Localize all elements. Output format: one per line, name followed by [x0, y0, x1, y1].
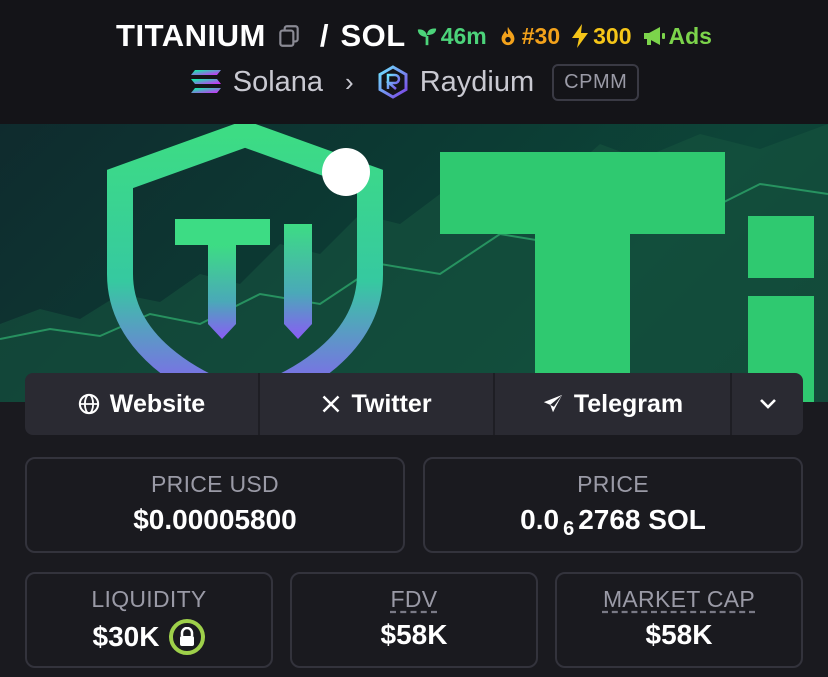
website-label: Website [109, 389, 206, 418]
sprout-icon [417, 28, 436, 46]
dex-name[interactable]: Raydium [420, 66, 534, 99]
lightning-icon [572, 24, 589, 48]
chevron-down-icon [759, 399, 776, 409]
market-cap-label[interactable]: MARKET CAP [557, 586, 801, 613]
token-symbol: TITANIUM [116, 18, 266, 53]
liquidity-card: LIQUIDITY $30K [25, 572, 273, 668]
market-cap-card: MARKET CAP $58K [555, 572, 803, 668]
liquidity-value: $30K [92, 621, 160, 652]
age-badge: 46m [416, 23, 487, 50]
price-native-zero-count: 6 [563, 517, 575, 540]
boost-badge[interactable]: 300 [570, 22, 632, 50]
price-native-digits: 2768 SOL [578, 504, 706, 535]
telegram-button[interactable]: Telegram [495, 373, 732, 435]
price-usd-label: PRICE USD [151, 471, 279, 497]
price-native-label: PRICE [577, 471, 649, 497]
pair-separator: / [319, 18, 329, 53]
quote-symbol: SOL [340, 18, 406, 53]
raydium-logo-icon[interactable] [376, 65, 410, 99]
chevron-right-icon: › [345, 66, 354, 97]
telegram-label: Telegram [573, 389, 684, 418]
liquidity-value-row: $30K [27, 619, 271, 655]
pair-title-row: TITANIUM / SOL 46m #30 300 Ads [0, 14, 828, 58]
price-usd-value: $0.00005800 [133, 504, 297, 535]
website-button[interactable]: Website [25, 373, 260, 435]
price-native-card: PRICE 0.0 6 2768 SOL [423, 457, 803, 553]
token-banner [0, 124, 828, 402]
chain-name[interactable]: Solana [233, 66, 323, 99]
price-usd-card: PRICE USD $0.00005800 [25, 457, 405, 553]
pool-type-badge: CPMM [552, 63, 640, 101]
trending-rank-badge[interactable]: #30 [497, 23, 560, 50]
more-links-button[interactable] [732, 373, 803, 435]
fdv-label[interactable]: FDV [292, 586, 536, 613]
social-links-bar: Website Twitter Telegram [25, 373, 803, 435]
banner-art [0, 124, 828, 402]
globe-icon [78, 393, 99, 415]
fdv-card: FDV $58K [290, 572, 538, 668]
ads-text: Ads [668, 22, 712, 49]
fdv-value: $58K [380, 619, 448, 650]
chain-row: Solana › Raydium CPMM [0, 62, 828, 102]
price-native-value: 0.0 6 2768 SOL [425, 504, 801, 540]
price-native-prefix: 0.0 [520, 504, 560, 535]
ads-badge[interactable]: Ads [642, 23, 712, 50]
market-cap-value: $58K [645, 619, 713, 650]
telegram-icon [543, 394, 563, 413]
solana-logo-icon[interactable] [189, 68, 223, 96]
age-text: 46m [440, 22, 487, 49]
lock-icon [180, 627, 195, 646]
liquidity-lock-badge[interactable] [169, 619, 206, 655]
rank-text: #30 [521, 22, 561, 49]
twitter-label: Twitter [351, 389, 432, 418]
megaphone-icon [643, 27, 665, 45]
x-logo-icon [323, 395, 340, 413]
liquidity-label: LIQUIDITY [91, 586, 207, 612]
copy-icon[interactable] [276, 23, 302, 49]
twitter-button[interactable]: Twitter [260, 373, 495, 435]
flame-icon [501, 26, 515, 46]
boost-text: 300 [593, 22, 632, 49]
pair-header: TITANIUM / SOL 46m #30 300 Ads Solana › … [0, 0, 828, 124]
